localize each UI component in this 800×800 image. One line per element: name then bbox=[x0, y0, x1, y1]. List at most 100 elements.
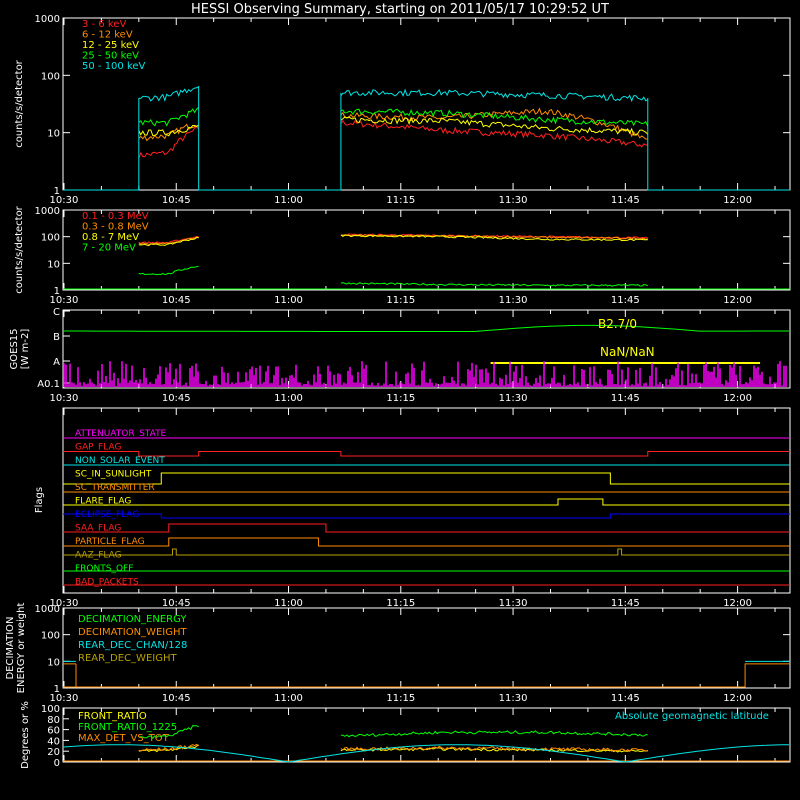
p2-legend-2: 0.8 - 7 MeV bbox=[82, 232, 139, 243]
geomagnetic-latitude bbox=[62, 744, 790, 763]
panel-4-ylabel: Flags bbox=[34, 487, 45, 513]
x-tick-label: 10:45 bbox=[162, 598, 191, 609]
p6-legend-0: FRONT_RATIO bbox=[78, 711, 147, 722]
y-tick-label: 40 bbox=[47, 736, 60, 747]
panel-2-frame bbox=[62, 209, 791, 291]
x-tick-label: 10:45 bbox=[162, 295, 191, 306]
y-tick-label: 10 bbox=[47, 259, 60, 270]
panel-5-ylabel-1: DECIMATION bbox=[5, 616, 16, 679]
p5-legend-1: DECIMATION_WEIGHT bbox=[78, 627, 187, 638]
series-1 bbox=[138, 107, 648, 142]
x-tick-label: 12:00 bbox=[723, 693, 752, 704]
x-tick-label: 12:00 bbox=[723, 598, 752, 609]
flag-label-10: FRONTS_OFF bbox=[75, 564, 133, 574]
geomag-legend: Absolute geomagnetic latitude bbox=[615, 711, 769, 722]
flag-line-7 bbox=[63, 523, 790, 533]
flag-label-3: SC_IN_SUNLIGHT bbox=[75, 470, 152, 480]
decimation-energy bbox=[63, 663, 790, 688]
panel-4-frame bbox=[62, 407, 791, 594]
y-tick-label: 1000 bbox=[35, 14, 60, 25]
x-tick-label: 11:30 bbox=[499, 693, 528, 704]
flag-label-11: BAD_PACKETS bbox=[75, 578, 139, 588]
hessi-summary-chart: HESSI Observing Summary, starting on 201… bbox=[5, 2, 791, 769]
goes-annotation-b: B2.7/0 bbox=[598, 317, 637, 331]
x-tick-label: 10:30 bbox=[50, 393, 79, 404]
panel-1-ylabel: counts/s/detector bbox=[14, 59, 25, 147]
y-tick-label: 10 bbox=[47, 657, 60, 668]
goes-annotation-nan: NaN/NaN bbox=[600, 345, 655, 359]
y-tick-label: 1 bbox=[54, 186, 60, 197]
x-tick-label: 11:15 bbox=[386, 393, 415, 404]
x-tick-label: 11:45 bbox=[611, 393, 640, 404]
chart-title: HESSI Observing Summary, starting on 201… bbox=[191, 2, 609, 17]
panel-3-frame bbox=[62, 309, 791, 389]
flag-line-8 bbox=[63, 537, 790, 547]
x-tick-label: 10:45 bbox=[162, 195, 191, 206]
y-tick-label: B bbox=[53, 332, 60, 343]
y-tick-label: 1000 bbox=[35, 206, 60, 217]
flag-label-9: AAZ_FLAG bbox=[75, 551, 122, 561]
x-tick-label: 11:15 bbox=[386, 195, 415, 206]
x-tick-label: 11:30 bbox=[499, 598, 528, 609]
x-tick-label: 11:15 bbox=[386, 693, 415, 704]
panel-5-ylabel-2: ENERGY or weight bbox=[16, 603, 27, 694]
p5-legend-0: DECIMATION_ENERGY bbox=[78, 614, 187, 625]
x-tick-label: 11:00 bbox=[274, 295, 303, 306]
flag-line-9 bbox=[63, 548, 790, 556]
series-3 bbox=[138, 106, 649, 127]
x-tick-label: 11:30 bbox=[499, 195, 528, 206]
y-tick-label: 100 bbox=[41, 233, 60, 244]
flag-label-0: ATTENUATOR_STATE bbox=[75, 429, 167, 439]
goes-short-series bbox=[63, 361, 787, 387]
y-tick-label: 1 bbox=[54, 684, 60, 695]
x-tick-label: 11:45 bbox=[611, 598, 640, 609]
y-tick-label: 100 bbox=[41, 704, 60, 715]
x-tick-label: 11:15 bbox=[386, 598, 415, 609]
p1-legend-4: 50 - 100 keV bbox=[82, 61, 146, 72]
x-tick-label: 11:45 bbox=[611, 693, 640, 704]
flag-label-4: SC_TRANSMITTER bbox=[75, 483, 155, 493]
y-tick-label: 1 bbox=[54, 286, 60, 297]
front-ratio-1225 bbox=[138, 725, 648, 739]
p1-legend-1: 6 - 12 keV bbox=[82, 30, 133, 41]
series-baseline bbox=[63, 86, 790, 191]
series-0 bbox=[138, 119, 648, 159]
x-tick-label: 10:45 bbox=[162, 693, 191, 704]
y-tick-label: 1000 bbox=[35, 604, 60, 615]
y-tick-label: 80 bbox=[47, 715, 60, 726]
y-tick-label: 60 bbox=[47, 726, 60, 737]
x-tick-label: 11:30 bbox=[499, 393, 528, 404]
x-tick-label: 11:45 bbox=[611, 195, 640, 206]
y-tick-label: 100 bbox=[41, 71, 60, 82]
panel-3-ylabel: GOES15 bbox=[9, 328, 20, 369]
p6-legend-1: FRONT_RATIO_1225 bbox=[78, 722, 177, 733]
flag-label-1: GAP_FLAG bbox=[75, 443, 121, 453]
y-tick-label: C bbox=[53, 307, 60, 318]
y-tick-label: A0.1 bbox=[37, 379, 60, 390]
p6-legend-2: MAX_DET_VS_TOT bbox=[78, 733, 170, 744]
flag-label-7: SAA_FLAG bbox=[75, 524, 121, 534]
x-tick-label: 12:00 bbox=[723, 295, 752, 306]
y-tick-label: 0 bbox=[54, 758, 60, 769]
flag-line-5 bbox=[63, 498, 790, 506]
x-tick-label: 12:00 bbox=[723, 195, 752, 206]
x-tick-label: 11:00 bbox=[274, 598, 303, 609]
p1-legend-0: 3 - 6 keV bbox=[82, 19, 126, 30]
x-tick-label: 12:00 bbox=[723, 393, 752, 404]
y-tick-label: 20 bbox=[47, 747, 60, 758]
goes-long-series bbox=[63, 324, 789, 332]
x-tick-label: 11:00 bbox=[274, 195, 303, 206]
panel-3-ylabel-unit: [W m-2] bbox=[20, 329, 31, 370]
x-tick-label: 11:00 bbox=[274, 393, 303, 404]
flag-label-5: FLARE_FLAG bbox=[75, 497, 131, 507]
y-tick-label: A bbox=[53, 357, 60, 368]
y-tick-label: 100 bbox=[41, 631, 60, 642]
p5-legend-2: REAR_DEC_CHAN/128 bbox=[78, 640, 187, 651]
x-tick-label: 10:45 bbox=[162, 393, 191, 404]
p5-legend-3: REAR_DEC_WEIGHT bbox=[78, 653, 177, 664]
series-p2-3 bbox=[138, 265, 649, 287]
flag-label-6: ECLIPSE_FLAG bbox=[75, 510, 139, 520]
series-4 bbox=[138, 86, 649, 103]
flag-line-6 bbox=[63, 513, 790, 519]
p1-legend-2: 12 - 25 keV bbox=[82, 40, 139, 51]
